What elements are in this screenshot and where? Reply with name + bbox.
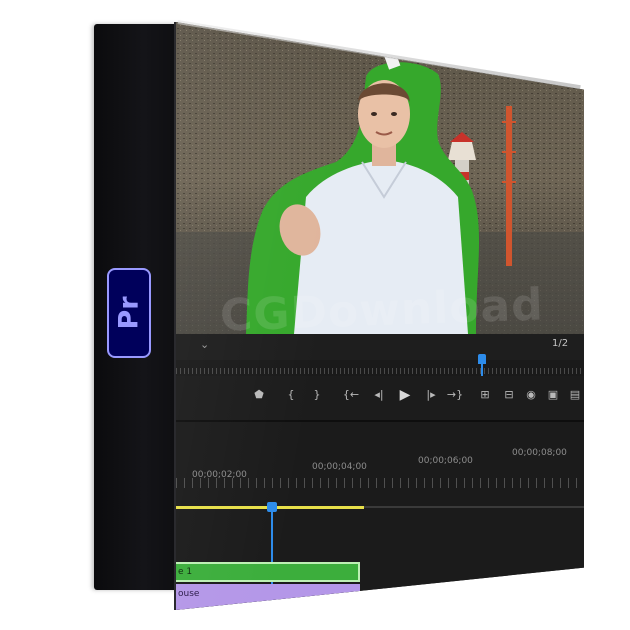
add-marker-button[interactable]: ⬟ [250, 388, 268, 402]
timeline-ruler[interactable] [176, 478, 584, 488]
monitor-scrubber-ruler[interactable] [176, 360, 584, 376]
box-front-face: CGDownload ⌄ 1/2 ⬟ { } {← ◂| ▶ |▸ →} ⊞ ⊟… [176, 22, 584, 610]
premiere-pro-logo: Pr [107, 268, 151, 358]
lift-button[interactable]: ⊞ [476, 388, 494, 402]
play-button[interactable]: ▶ [396, 388, 414, 402]
product-box-scene: Pr CGDownload ⌄ 1/2 ⬟ {} {← ◂| ▶ |▸ →} … [0, 0, 630, 630]
logo-text: Pr [113, 296, 145, 330]
go-to-out-button[interactable]: →} [446, 388, 464, 402]
audio-clip-label: ouse [178, 589, 200, 599]
video-clip[interactable]: e 1 [176, 562, 360, 582]
timeline-playhead-icon[interactable] [267, 502, 277, 512]
mark-out-button[interactable]: } [308, 388, 326, 402]
extract-button[interactable]: ⊟ [500, 388, 518, 402]
step-forward-button[interactable]: |▸ [422, 388, 440, 402]
monitor-playhead-line [481, 362, 483, 376]
panel-divider [176, 420, 584, 422]
work-area-track [364, 506, 584, 508]
timecode-label: 00;00;08;00 [512, 448, 567, 458]
chevron-down-icon[interactable]: ⌄ [200, 338, 209, 351]
video-clip-label: e 1 [178, 567, 193, 577]
transport-controls: ⬟ { } {← ◂| ▶ |▸ →} ⊞ ⊟ ◉ ▣ ▤ [176, 376, 584, 420]
timecode-label: 00;00;04;00 [312, 462, 367, 472]
comparison-view-button[interactable]: ▣ [544, 388, 562, 402]
export-frame-button[interactable]: ◉ [522, 388, 540, 402]
button-editor-button[interactable]: ▤ [566, 388, 584, 402]
timecode-label: 00;00;06;00 [418, 456, 473, 466]
monitor-toolbar: ⌄ 1/2 [176, 334, 584, 360]
step-back-button[interactable]: ◂| [370, 388, 388, 402]
go-to-in-button[interactable]: {← [342, 388, 360, 402]
playback-resolution[interactable]: 1/2 [552, 338, 568, 349]
audio-clip[interactable]: ouse [176, 584, 360, 610]
mark-in-button[interactable]: { [282, 388, 300, 402]
